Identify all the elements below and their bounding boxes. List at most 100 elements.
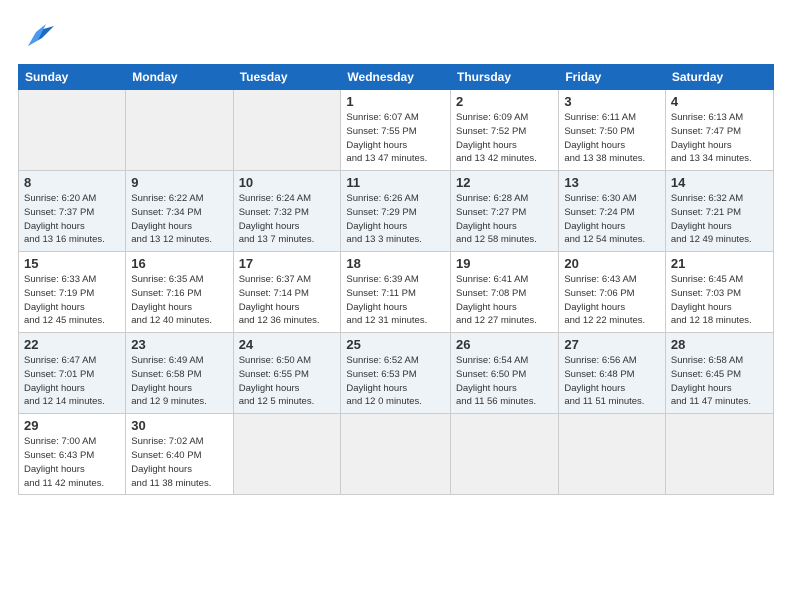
day-number: 11 <box>346 175 445 190</box>
table-row: 28 Sunrise: 6:58 AM Sunset: 6:45 PM Dayl… <box>665 333 773 414</box>
day-info: Sunrise: 6:22 AM Sunset: 7:34 PM Dayligh… <box>131 192 227 247</box>
table-row: 18 Sunrise: 6:39 AM Sunset: 7:11 PM Dayl… <box>341 252 451 333</box>
day-info: Sunrise: 6:54 AM Sunset: 6:50 PM Dayligh… <box>456 354 553 409</box>
table-row: 1 Sunrise: 6:07 AM Sunset: 7:55 PM Dayli… <box>341 90 451 171</box>
calendar-week-row: 29 Sunrise: 7:00 AM Sunset: 6:43 PM Dayl… <box>19 414 774 495</box>
table-row: 17 Sunrise: 6:37 AM Sunset: 7:14 PM Dayl… <box>233 252 341 333</box>
table-row: 30 Sunrise: 7:02 AM Sunset: 6:40 PM Dayl… <box>126 414 233 495</box>
day-number: 15 <box>24 256 120 271</box>
header <box>18 18 774 54</box>
day-info: Sunrise: 6:11 AM Sunset: 7:50 PM Dayligh… <box>564 111 660 166</box>
day-info: Sunrise: 6:30 AM Sunset: 7:24 PM Dayligh… <box>564 192 660 247</box>
table-row <box>665 414 773 495</box>
table-row: 24 Sunrise: 6:50 AM Sunset: 6:55 PM Dayl… <box>233 333 341 414</box>
table-row: 11 Sunrise: 6:26 AM Sunset: 7:29 PM Dayl… <box>341 171 451 252</box>
logo <box>18 18 58 54</box>
table-row: 3 Sunrise: 6:11 AM Sunset: 7:50 PM Dayli… <box>559 90 666 171</box>
table-row <box>233 90 341 171</box>
table-row: 22 Sunrise: 6:47 AM Sunset: 7:01 PM Dayl… <box>19 333 126 414</box>
day-info: Sunrise: 6:09 AM Sunset: 7:52 PM Dayligh… <box>456 111 553 166</box>
day-info: Sunrise: 6:37 AM Sunset: 7:14 PM Dayligh… <box>239 273 336 328</box>
col-wednesday: Wednesday <box>341 65 451 90</box>
day-info: Sunrise: 7:00 AM Sunset: 6:43 PM Dayligh… <box>24 435 120 490</box>
day-number: 4 <box>671 94 768 109</box>
day-number: 26 <box>456 337 553 352</box>
day-info: Sunrise: 6:24 AM Sunset: 7:32 PM Dayligh… <box>239 192 336 247</box>
col-friday: Friday <box>559 65 666 90</box>
col-thursday: Thursday <box>451 65 559 90</box>
col-sunday: Sunday <box>19 65 126 90</box>
calendar-week-row: 15 Sunrise: 6:33 AM Sunset: 7:19 PM Dayl… <box>19 252 774 333</box>
table-row: 21 Sunrise: 6:45 AM Sunset: 7:03 PM Dayl… <box>665 252 773 333</box>
table-row: 27 Sunrise: 6:56 AM Sunset: 6:48 PM Dayl… <box>559 333 666 414</box>
calendar-table: Sunday Monday Tuesday Wednesday Thursday… <box>18 64 774 495</box>
table-row: 25 Sunrise: 6:52 AM Sunset: 6:53 PM Dayl… <box>341 333 451 414</box>
table-row: 4 Sunrise: 6:13 AM Sunset: 7:47 PM Dayli… <box>665 90 773 171</box>
day-info: Sunrise: 6:28 AM Sunset: 7:27 PM Dayligh… <box>456 192 553 247</box>
day-number: 29 <box>24 418 120 433</box>
table-row: 23 Sunrise: 6:49 AM Sunset: 6:58 PM Dayl… <box>126 333 233 414</box>
calendar-header-row: Sunday Monday Tuesday Wednesday Thursday… <box>19 65 774 90</box>
table-row <box>559 414 666 495</box>
day-number: 1 <box>346 94 445 109</box>
table-row: 29 Sunrise: 7:00 AM Sunset: 6:43 PM Dayl… <box>19 414 126 495</box>
day-info: Sunrise: 6:47 AM Sunset: 7:01 PM Dayligh… <box>24 354 120 409</box>
day-info: Sunrise: 6:49 AM Sunset: 6:58 PM Dayligh… <box>131 354 227 409</box>
day-number: 9 <box>131 175 227 190</box>
day-number: 13 <box>564 175 660 190</box>
day-number: 28 <box>671 337 768 352</box>
day-info: Sunrise: 6:56 AM Sunset: 6:48 PM Dayligh… <box>564 354 660 409</box>
day-info: Sunrise: 6:50 AM Sunset: 6:55 PM Dayligh… <box>239 354 336 409</box>
day-info: Sunrise: 6:32 AM Sunset: 7:21 PM Dayligh… <box>671 192 768 247</box>
logo-icon <box>18 18 54 54</box>
day-info: Sunrise: 6:26 AM Sunset: 7:29 PM Dayligh… <box>346 192 445 247</box>
day-info: Sunrise: 6:20 AM Sunset: 7:37 PM Dayligh… <box>24 192 120 247</box>
day-number: 24 <box>239 337 336 352</box>
table-row: 12 Sunrise: 6:28 AM Sunset: 7:27 PM Dayl… <box>451 171 559 252</box>
day-number: 3 <box>564 94 660 109</box>
day-number: 25 <box>346 337 445 352</box>
table-row: 8 Sunrise: 6:20 AM Sunset: 7:37 PM Dayli… <box>19 171 126 252</box>
day-number: 20 <box>564 256 660 271</box>
day-number: 12 <box>456 175 553 190</box>
day-info: Sunrise: 6:45 AM Sunset: 7:03 PM Dayligh… <box>671 273 768 328</box>
col-saturday: Saturday <box>665 65 773 90</box>
day-number: 23 <box>131 337 227 352</box>
day-info: Sunrise: 6:39 AM Sunset: 7:11 PM Dayligh… <box>346 273 445 328</box>
table-row: 10 Sunrise: 6:24 AM Sunset: 7:32 PM Dayl… <box>233 171 341 252</box>
day-number: 30 <box>131 418 227 433</box>
page: Sunday Monday Tuesday Wednesday Thursday… <box>0 0 792 505</box>
table-row <box>341 414 451 495</box>
day-number: 14 <box>671 175 768 190</box>
col-monday: Monday <box>126 65 233 90</box>
day-number: 19 <box>456 256 553 271</box>
table-row: 14 Sunrise: 6:32 AM Sunset: 7:21 PM Dayl… <box>665 171 773 252</box>
day-info: Sunrise: 6:52 AM Sunset: 6:53 PM Dayligh… <box>346 354 445 409</box>
day-number: 17 <box>239 256 336 271</box>
day-number: 16 <box>131 256 227 271</box>
table-row: 26 Sunrise: 6:54 AM Sunset: 6:50 PM Dayl… <box>451 333 559 414</box>
table-row: 20 Sunrise: 6:43 AM Sunset: 7:06 PM Dayl… <box>559 252 666 333</box>
day-info: Sunrise: 6:41 AM Sunset: 7:08 PM Dayligh… <box>456 273 553 328</box>
table-row: 19 Sunrise: 6:41 AM Sunset: 7:08 PM Dayl… <box>451 252 559 333</box>
day-info: Sunrise: 7:02 AM Sunset: 6:40 PM Dayligh… <box>131 435 227 490</box>
table-row <box>126 90 233 171</box>
day-number: 27 <box>564 337 660 352</box>
day-number: 18 <box>346 256 445 271</box>
table-row: 13 Sunrise: 6:30 AM Sunset: 7:24 PM Dayl… <box>559 171 666 252</box>
col-tuesday: Tuesday <box>233 65 341 90</box>
day-info: Sunrise: 6:13 AM Sunset: 7:47 PM Dayligh… <box>671 111 768 166</box>
day-number: 21 <box>671 256 768 271</box>
day-info: Sunrise: 6:35 AM Sunset: 7:16 PM Dayligh… <box>131 273 227 328</box>
table-row: 2 Sunrise: 6:09 AM Sunset: 7:52 PM Dayli… <box>451 90 559 171</box>
day-number: 10 <box>239 175 336 190</box>
table-row: 16 Sunrise: 6:35 AM Sunset: 7:16 PM Dayl… <box>126 252 233 333</box>
day-number: 22 <box>24 337 120 352</box>
day-info: Sunrise: 6:43 AM Sunset: 7:06 PM Dayligh… <box>564 273 660 328</box>
day-number: 2 <box>456 94 553 109</box>
day-info: Sunrise: 6:33 AM Sunset: 7:19 PM Dayligh… <box>24 273 120 328</box>
table-row: 15 Sunrise: 6:33 AM Sunset: 7:19 PM Dayl… <box>19 252 126 333</box>
day-number: 8 <box>24 175 120 190</box>
table-row <box>233 414 341 495</box>
day-info: Sunrise: 6:07 AM Sunset: 7:55 PM Dayligh… <box>346 111 445 166</box>
